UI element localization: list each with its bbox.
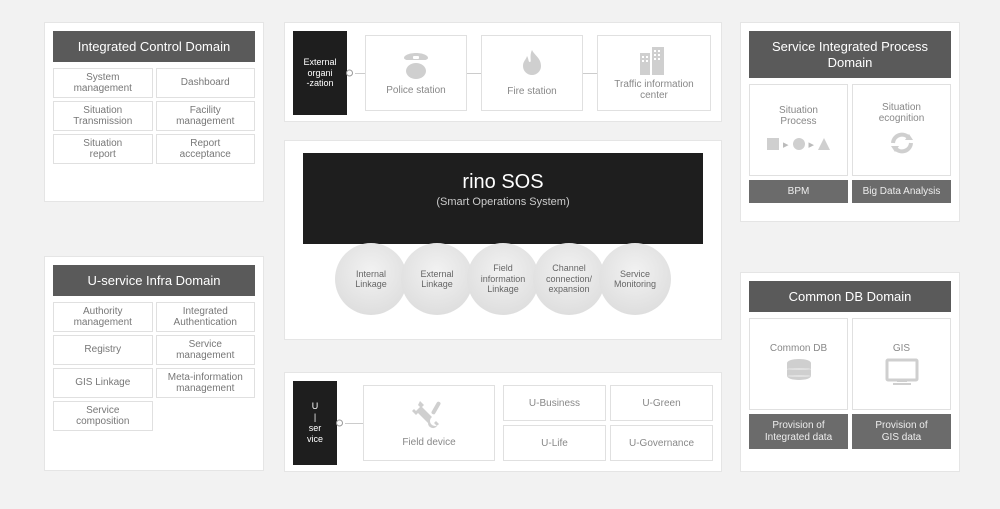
badge-integrated-data: Provision ofIntegrated data bbox=[749, 414, 848, 449]
building-icon bbox=[637, 45, 671, 75]
rino-subtitle: (Smart Operations System) bbox=[303, 196, 703, 208]
badge-gis-data: Provision ofGIS data bbox=[852, 414, 951, 449]
cell-grid: Authoritymanagement IntegratedAuthentica… bbox=[45, 302, 263, 439]
cell-integrated-authentication: IntegratedAuthentication bbox=[156, 302, 256, 332]
panel-title: Common DB Domain bbox=[749, 281, 951, 312]
cycle-icon bbox=[887, 128, 917, 158]
common-db-box: Common DB bbox=[749, 318, 848, 410]
circle-internal-linkage: InternalLinkage bbox=[335, 243, 407, 315]
tools-icon bbox=[412, 399, 446, 433]
rino-sos-panel: rino SOS (Smart Operations System) Inter… bbox=[284, 140, 722, 340]
circle-service-monitoring: ServiceMonitoring bbox=[599, 243, 671, 315]
badge-bpm: BPM bbox=[749, 180, 848, 203]
uservice-tab: U|service bbox=[293, 381, 337, 465]
badge-bigdata: Big Data Analysis bbox=[852, 180, 951, 203]
situation-process-box: SituationProcess ▸ ▸ bbox=[749, 84, 848, 176]
org-label: Fire station bbox=[507, 86, 556, 97]
circle-external-linkage: ExternalLinkage bbox=[401, 243, 473, 315]
gis-box: GIS bbox=[852, 318, 951, 410]
connector-line bbox=[345, 423, 363, 424]
cell-facility-management: Facilitymanagement bbox=[156, 101, 256, 131]
cell-grid: Systemmanagement Dashboard SituationTran… bbox=[45, 68, 263, 172]
field-device-label: Field device bbox=[402, 437, 455, 448]
cell-authority-management: Authoritymanagement bbox=[53, 302, 153, 332]
uservice-infra-domain: U-service Infra Domain Authoritymanageme… bbox=[44, 256, 264, 471]
flow-icon: ▸ ▸ bbox=[766, 137, 831, 151]
uservice-grid: U-Business U-Green U-Life U-Governance bbox=[503, 385, 713, 461]
cell-situation-report: Situationreport bbox=[53, 134, 153, 164]
org-fire: Fire station bbox=[481, 35, 583, 111]
database-icon bbox=[784, 358, 814, 386]
cell-meta-information: Meta-informationmanagement bbox=[156, 368, 256, 398]
situation-ecognition-label: Situationecognition bbox=[879, 102, 925, 124]
service-process-domain: Service Integrated ProcessDomain Situati… bbox=[740, 22, 960, 222]
gis-label: GIS bbox=[893, 343, 910, 354]
panel-title: Service Integrated ProcessDomain bbox=[749, 31, 951, 78]
uservice-row-panel: U|service Field device U-Business U-Gree… bbox=[284, 372, 722, 472]
rino-title: rino SOS bbox=[303, 171, 703, 194]
cell-service-management: Servicemanagement bbox=[156, 335, 256, 365]
circle-channel-connection: Channelconnection/expansion bbox=[533, 243, 605, 315]
cell-gis-linkage: GIS Linkage bbox=[53, 368, 153, 398]
grid-u-green: U-Green bbox=[610, 385, 713, 421]
org-label: Traffic informationcenter bbox=[614, 79, 693, 101]
cell-system-management: Systemmanagement bbox=[53, 68, 153, 98]
cell-report-acceptance: Reportacceptance bbox=[156, 134, 256, 164]
situation-ecognition-box: Situationecognition bbox=[852, 84, 951, 176]
field-device-box: Field device bbox=[363, 385, 495, 461]
monitor-icon bbox=[885, 358, 919, 386]
cell-registry: Registry bbox=[53, 335, 153, 365]
org-label: Police station bbox=[386, 85, 445, 96]
common-db-domain: Common DB Domain Common DB GIS Provision… bbox=[740, 272, 960, 472]
grid-u-life: U-Life bbox=[503, 425, 606, 461]
cell-service-composition: Servicecomposition bbox=[53, 401, 153, 431]
panel-title: Integrated Control Domain bbox=[53, 31, 255, 62]
org-police: Police station bbox=[365, 35, 467, 111]
panel-title: U-service Infra Domain bbox=[53, 265, 255, 296]
fire-icon bbox=[517, 50, 547, 82]
circle-field-info-linkage: FieldinformationLinkage bbox=[467, 243, 539, 315]
cell-dashboard: Dashboard bbox=[156, 68, 256, 98]
grid-u-governance: U-Governance bbox=[610, 425, 713, 461]
integrated-control-domain: Integrated Control Domain Systemmanageme… bbox=[44, 22, 264, 202]
external-org-tab: Externalorgani-zation bbox=[293, 31, 347, 115]
situation-process-label: SituationProcess bbox=[779, 105, 818, 127]
external-org-panel: Externalorgani-zation Police station Fir… bbox=[284, 22, 722, 122]
org-traffic: Traffic informationcenter bbox=[597, 35, 711, 111]
circle-row: InternalLinkage ExternalLinkage Fieldinf… bbox=[285, 243, 721, 315]
cell-situation-transmission: SituationTransmission bbox=[53, 101, 153, 131]
common-db-label: Common DB bbox=[770, 343, 827, 354]
grid-u-business: U-Business bbox=[503, 385, 606, 421]
rino-banner: rino SOS (Smart Operations System) bbox=[303, 153, 703, 244]
police-icon bbox=[399, 51, 433, 81]
